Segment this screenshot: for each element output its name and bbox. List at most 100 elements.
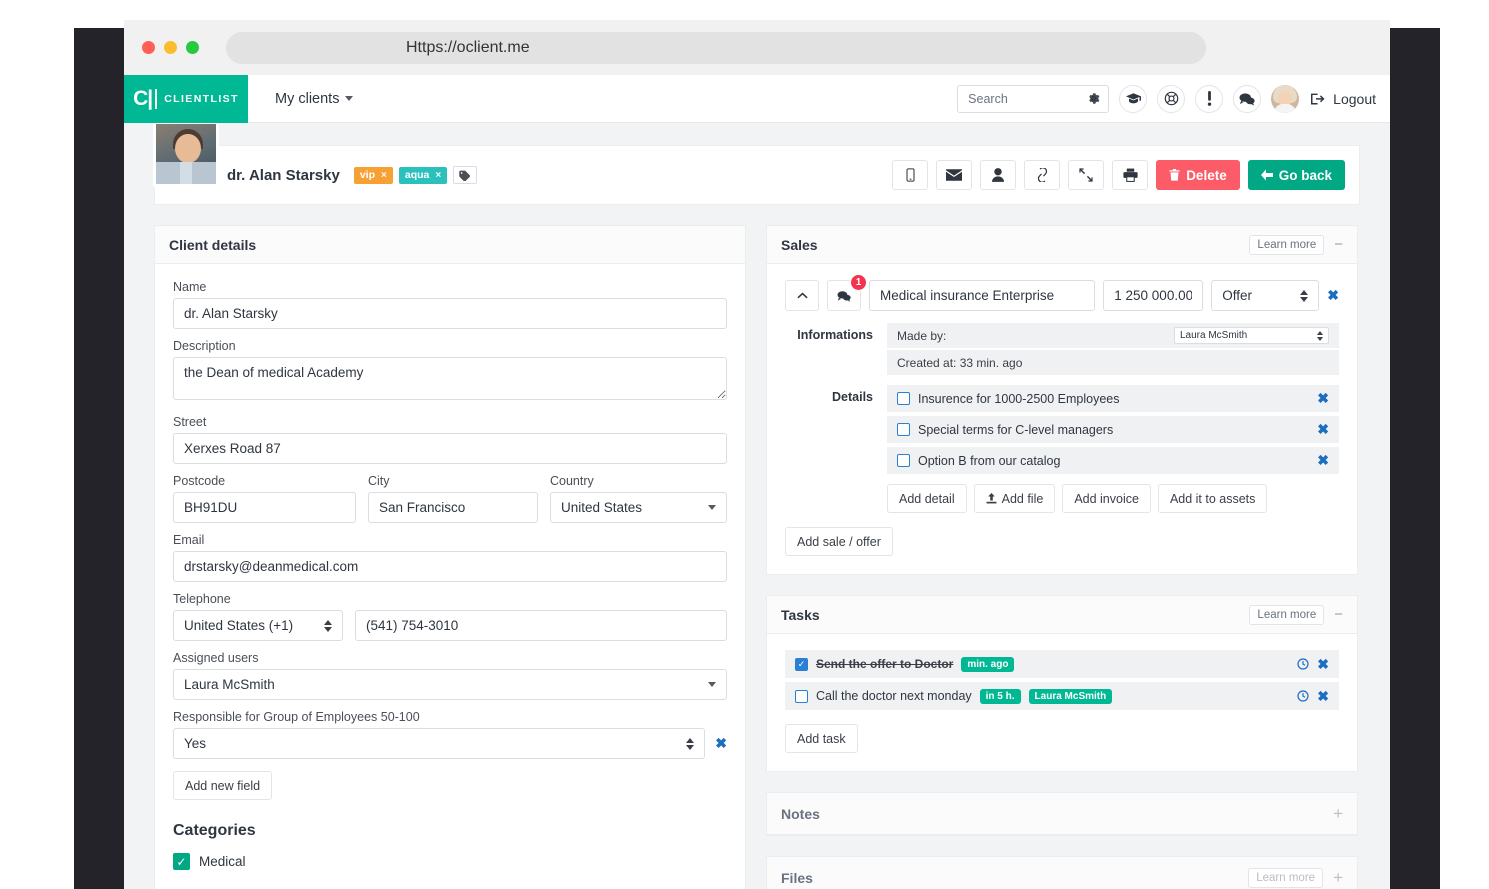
country-select[interactable]: United States [550, 492, 727, 523]
tag-vip-remove-icon[interactable]: × [381, 170, 387, 181]
custom-field-select[interactable]: Yes [173, 728, 706, 759]
compress-icon[interactable] [1068, 160, 1105, 190]
tag-aqua[interactable]: aqua × [398, 166, 448, 184]
files-learn-more-button[interactable]: Learn more [1248, 868, 1324, 888]
sales-learn-more-button[interactable]: Learn more [1249, 234, 1325, 255]
add-detail-button[interactable]: Add detail [887, 484, 967, 513]
delete-button[interactable]: Delete [1156, 160, 1240, 190]
tasks-learn-more-button[interactable]: Learn more [1249, 604, 1325, 625]
chat-icon[interactable] [1233, 84, 1262, 113]
browser-window: Https://oclient.me C| CLIENTLIST My clie… [124, 20, 1390, 889]
graduation-cap-icon[interactable] [1119, 84, 1148, 113]
add-new-field-button[interactable]: Add new field [173, 771, 273, 800]
checkbox-icon[interactable] [897, 423, 910, 436]
add-to-assets-button[interactable]: Add it to assets [1157, 484, 1268, 513]
sales-title: Sales [781, 236, 818, 253]
remove-sale-icon[interactable]: ✖ [1327, 287, 1339, 304]
search-input[interactable] [966, 90, 1088, 107]
comments-icon[interactable]: 1 [827, 274, 867, 311]
made-by-select[interactable]: Laura McSmith [1174, 327, 1329, 344]
printer-icon[interactable] [1112, 160, 1149, 190]
custom-field-value: Yes [184, 736, 207, 751]
search-box[interactable] [957, 84, 1110, 113]
remove-task-icon[interactable]: ✖ [1317, 688, 1329, 705]
postcode-input[interactable] [173, 492, 356, 523]
task-due-pill: in 5 h. [979, 688, 1021, 704]
add-detail-label: Add detail [899, 491, 955, 506]
brand-logo[interactable]: C| CLIENTLIST [124, 74, 248, 123]
tag-vip[interactable]: vip × [353, 166, 393, 184]
city-input[interactable] [368, 492, 538, 523]
page-title: dr. Alan Starsky [227, 166, 340, 184]
assigned-users-select[interactable]: Laura McSmith [173, 669, 727, 700]
telephone-country-select[interactable]: United States (+1) [173, 610, 343, 641]
add-to-assets-label: Add it to assets [1169, 491, 1256, 506]
files-header[interactable]: Files Learn more + [767, 857, 1357, 889]
files-title: Files [781, 870, 813, 886]
notes-title: Notes [781, 805, 820, 822]
street-input[interactable] [173, 433, 727, 464]
avatar[interactable] [1271, 84, 1300, 113]
remove-detail-icon[interactable]: ✖ [1317, 452, 1329, 469]
stepper-icon [1300, 289, 1309, 302]
info-created-at-row: Created at: 33 min. ago [887, 350, 1339, 375]
checkbox-icon[interactable] [795, 689, 808, 703]
remove-task-icon[interactable]: ✖ [1317, 656, 1329, 673]
address-bar[interactable]: Https://oclient.me [226, 31, 1206, 64]
logout-button[interactable]: Logout [1311, 91, 1376, 107]
stepper-icon [686, 737, 695, 750]
envelope-icon[interactable] [936, 160, 973, 190]
chevron-up-icon[interactable] [785, 280, 819, 311]
add-sale-offer-button[interactable]: Add sale / offer [785, 527, 893, 556]
detail-action-buttons: Add detail Add file Add invoice Add it t… [887, 484, 1339, 513]
lifebuoy-icon[interactable] [1157, 84, 1186, 113]
field-telephone: Telephone United States (+1) [173, 592, 727, 641]
user-icon[interactable] [980, 160, 1017, 190]
sale-name-input[interactable] [869, 280, 1096, 311]
checkbox-icon[interactable] [897, 454, 910, 467]
checkbox-checked-icon[interactable]: ✓ [795, 657, 808, 671]
clock-icon[interactable] [1297, 658, 1309, 670]
sale-details: Details Insurence for 1000-2500 Employee… [785, 385, 1339, 513]
minus-icon[interactable]: − [1334, 237, 1343, 252]
maximize-window-button[interactable] [186, 41, 199, 54]
minimize-window-button[interactable] [164, 41, 177, 54]
traffic-lights [142, 41, 199, 54]
sale-status-select[interactable]: Offer [1211, 280, 1320, 311]
add-file-button[interactable]: Add file [973, 484, 1056, 513]
sale-amount-input[interactable] [1103, 280, 1204, 311]
chevron-down-icon [708, 505, 716, 510]
plus-icon[interactable]: + [1333, 805, 1343, 822]
email-input[interactable] [173, 551, 727, 582]
informations-label: Informations [797, 328, 873, 342]
clock-icon[interactable] [1297, 690, 1309, 702]
add-invoice-button[interactable]: Add invoice [1062, 484, 1151, 513]
telephone-number-input[interactable] [355, 610, 727, 641]
field-city-label: City [368, 474, 390, 488]
plus-icon[interactable]: + [1333, 869, 1343, 886]
category-medical[interactable]: ✓ Medical [173, 853, 727, 870]
right-column: Sales Learn more − 1 Medical insurance E… [766, 225, 1358, 889]
minus-icon[interactable]: − [1334, 607, 1343, 622]
remove-detail-icon[interactable]: ✖ [1317, 390, 1329, 407]
close-window-button[interactable] [142, 41, 155, 54]
nav-my-clients[interactable]: My clients [275, 91, 354, 107]
clone-icon[interactable] [1024, 160, 1061, 190]
checkbox-icon[interactable] [897, 392, 910, 405]
tag-aqua-remove-icon[interactable]: × [435, 170, 441, 181]
checkbox-checked-icon[interactable]: ✓ [173, 853, 190, 870]
name-input[interactable] [173, 298, 727, 329]
exclamation-icon[interactable] [1195, 84, 1224, 113]
mobile-icon[interactable] [892, 160, 929, 190]
description-textarea[interactable]: the Dean of medical Academy [173, 357, 727, 400]
tag-icon[interactable] [453, 166, 478, 184]
gear-icon[interactable] [1087, 92, 1100, 105]
info-made-by-row: Made by: Laura McSmith [887, 323, 1339, 348]
go-back-button[interactable]: Go back [1247, 160, 1345, 190]
notes-header[interactable]: Notes + [767, 793, 1357, 835]
add-task-button[interactable]: Add task [785, 724, 858, 753]
add-task-label: Add task [797, 731, 846, 746]
category-medical-label: Medical [199, 854, 246, 869]
remove-detail-icon[interactable]: ✖ [1317, 421, 1329, 438]
remove-custom-field-icon[interactable]: ✖ [715, 735, 727, 752]
